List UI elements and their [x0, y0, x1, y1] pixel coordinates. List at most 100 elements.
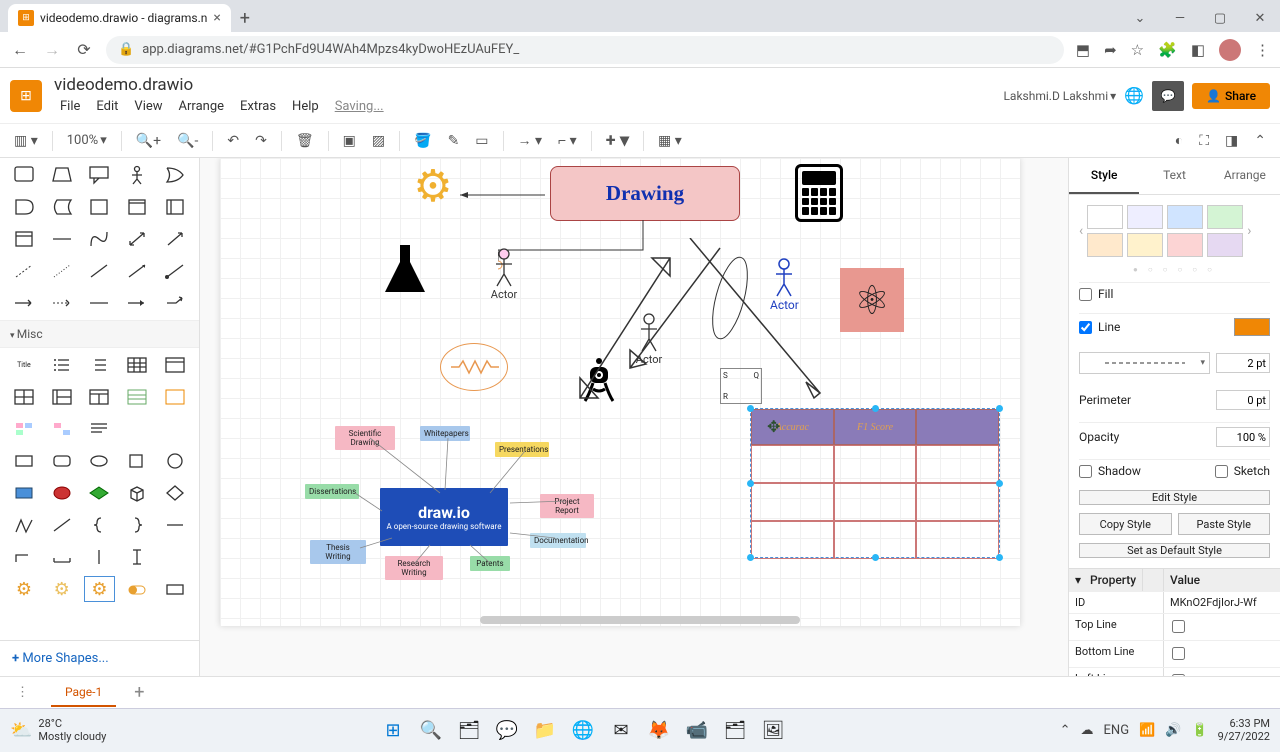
shape-brace-r[interactable] [121, 512, 153, 538]
selection-handle[interactable] [747, 554, 754, 561]
more-shapes-button[interactable]: More Shapes... [0, 640, 199, 676]
swatch[interactable] [1087, 205, 1123, 229]
swatch-next-icon[interactable]: › [1247, 223, 1251, 239]
shape-cube[interactable] [121, 480, 153, 506]
shape-swimlane-v[interactable] [84, 384, 116, 410]
swatch[interactable] [1087, 233, 1123, 257]
shape-trapezoid[interactable] [46, 162, 78, 188]
mail-icon[interactable]: ✉ [607, 717, 635, 745]
profile-avatar[interactable] [1219, 39, 1241, 61]
shape-lines[interactable] [84, 416, 116, 442]
swatch[interactable] [1127, 205, 1163, 229]
new-tab-button[interactable]: + [231, 4, 259, 32]
window-close-icon[interactable]: ✕ [1240, 4, 1280, 32]
document-title[interactable]: videodemo.drawio [54, 75, 390, 95]
folder-icon[interactable]: 🗂 [721, 717, 749, 745]
add-page-button[interactable]: + [134, 682, 144, 703]
table-cell[interactable] [834, 483, 917, 521]
shape-conn1[interactable] [121, 258, 153, 284]
calculator-shape[interactable] [795, 164, 843, 222]
table-header-cell[interactable] [916, 409, 999, 445]
swatch-prev-icon[interactable]: ‹ [1079, 223, 1083, 239]
shape-bar2[interactable] [121, 544, 153, 570]
wifi-icon[interactable]: 📶 [1139, 723, 1155, 738]
table-cell[interactable] [751, 521, 834, 559]
table-cell[interactable] [751, 483, 834, 521]
page-tab-1[interactable]: Page-1 [51, 679, 116, 707]
shape-fill-green[interactable] [84, 480, 116, 506]
swatch[interactable] [1207, 205, 1243, 229]
fullscreen-icon[interactable]: ⛶ [1193, 128, 1215, 153]
line-color-swatch[interactable] [1234, 318, 1270, 336]
resistor-shape[interactable] [440, 343, 508, 391]
onedrive-icon[interactable]: ☁ [1081, 723, 1094, 738]
theme-icon[interactable]: ◐ [1169, 128, 1189, 153]
shape-ellipse[interactable] [84, 448, 116, 474]
shape-brace-l[interactable] [84, 512, 116, 538]
language-icon[interactable]: 🌐 [1124, 86, 1144, 105]
shape-gear-sel[interactable]: ⚙ [84, 576, 116, 602]
gear-shape[interactable]: ⚙ [405, 158, 461, 214]
forward-icon[interactable]: → [42, 40, 62, 60]
shape-and[interactable] [8, 194, 40, 220]
shape-fill-red[interactable] [46, 480, 78, 506]
flask-shape[interactable] [375, 240, 435, 300]
redo-icon[interactable]: ↷ [249, 129, 273, 153]
mindmap-node[interactable]: Project Report [540, 494, 594, 518]
shape-gear-gold[interactable]: ⚙ [8, 576, 40, 602]
extensions-icon[interactable]: 🧩 [1158, 41, 1177, 59]
shape-table1[interactable] [121, 352, 153, 378]
url-input[interactable]: 🔒 app.diagrams.net/#G1PchFd9U4WAh4Mpzs4k… [106, 36, 1064, 64]
shape-dashed[interactable] [8, 258, 40, 284]
window-maximize-icon[interactable]: ▢ [1200, 4, 1240, 32]
shape-conn2[interactable] [159, 258, 191, 284]
selection-handle[interactable] [747, 480, 754, 487]
share-page-icon[interactable]: ➦ [1104, 41, 1117, 59]
prop-row-top-line[interactable]: Top Line [1069, 613, 1280, 640]
zoom-in-icon[interactable]: 🔍+ [130, 129, 167, 153]
shape-tbl-green[interactable] [121, 384, 153, 410]
back-icon[interactable]: ← [10, 40, 30, 60]
fill-checkbox[interactable] [1079, 288, 1092, 301]
swatch[interactable] [1167, 233, 1203, 257]
paste-style-button[interactable]: Paste Style [1178, 513, 1271, 535]
shape-frame[interactable] [121, 194, 153, 220]
close-tab-icon[interactable]: × [213, 10, 220, 26]
to-front-icon[interactable]: ▣ [337, 129, 362, 153]
shape-bullets[interactable] [46, 352, 78, 378]
shape-link5[interactable] [159, 290, 191, 316]
shape-rect[interactable] [8, 448, 40, 474]
set-default-style-button[interactable]: Set as Default Style [1079, 543, 1270, 558]
pages-menu-icon[interactable]: ⋮ [16, 685, 29, 700]
swatch[interactable] [1127, 233, 1163, 257]
shape-pill2[interactable] [159, 576, 191, 602]
shape-numlist[interactable] [84, 352, 116, 378]
shape-actor-icon[interactable] [121, 162, 153, 188]
chrome-icon[interactable]: 🌐 [569, 717, 597, 745]
selection-handle[interactable] [996, 405, 1003, 412]
shape-gear-lt[interactable]: ⚙ [46, 576, 78, 602]
menu-view[interactable]: View [128, 97, 168, 116]
undo-icon[interactable]: ↶ [221, 129, 245, 153]
shape-pill[interactable] [121, 576, 153, 602]
shape-line[interactable] [84, 258, 116, 284]
edit-style-button[interactable]: Edit Style [1079, 490, 1270, 505]
to-back-icon[interactable]: ▨ [366, 129, 391, 153]
search-icon[interactable]: 🔍 [417, 717, 445, 745]
shape-rrect[interactable] [46, 448, 78, 474]
shape-data[interactable] [46, 194, 78, 220]
shape-hline2[interactable] [159, 512, 191, 538]
mindmap-node[interactable]: Whitepapers [420, 426, 470, 441]
drawing-title-shape[interactable]: Drawing [550, 166, 740, 221]
language-indicator[interactable]: ENG [1104, 723, 1130, 738]
bottom-line-checkbox[interactable] [1172, 647, 1185, 660]
shape-biarrow[interactable] [121, 226, 153, 252]
shape-title[interactable]: Title [8, 352, 40, 378]
selected-table-shape[interactable]: AccuracF1 Score ✥ [750, 408, 1000, 558]
selection-handle[interactable] [872, 554, 879, 561]
table-icon[interactable]: ▦ ▾ [652, 129, 688, 153]
perimeter-input[interactable] [1216, 390, 1270, 410]
shape-diag[interactable] [46, 512, 78, 538]
tab-arrange[interactable]: Arrange [1210, 158, 1280, 194]
shape-square[interactable] [84, 194, 116, 220]
